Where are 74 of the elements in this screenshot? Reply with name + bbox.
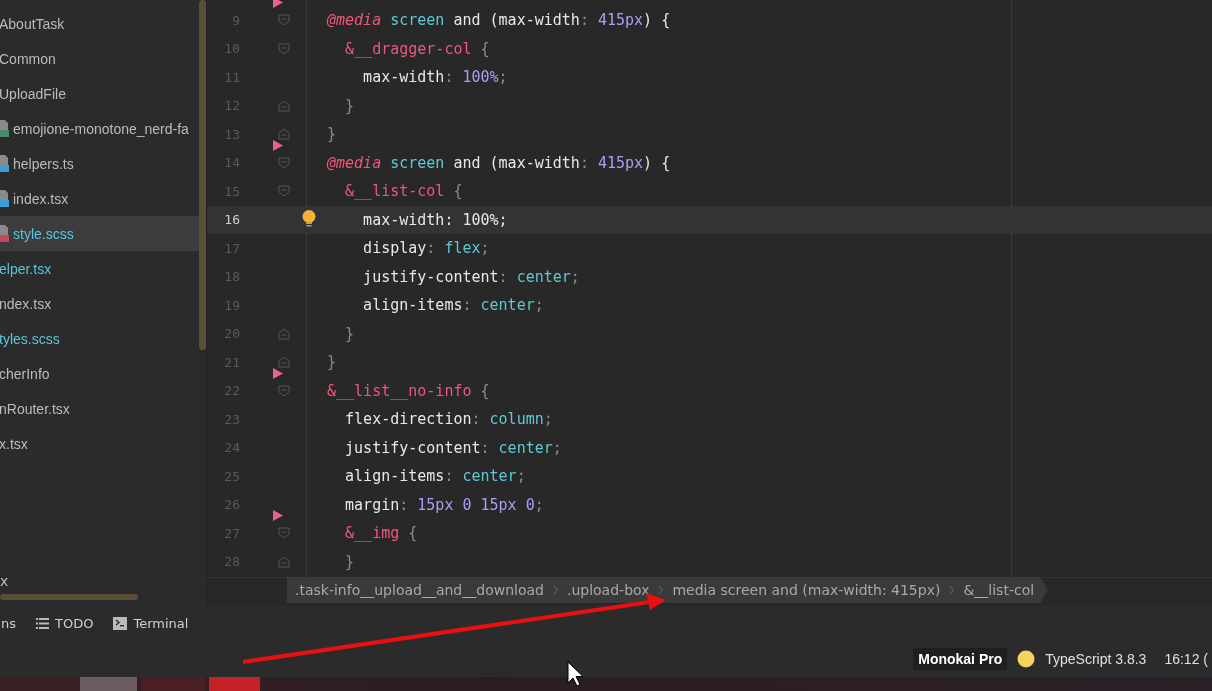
code-line: align-items: center;	[362, 296, 544, 315]
code-line: display: flex;	[362, 239, 490, 258]
tool-tab[interactable]: TODO	[26, 611, 104, 635]
lightbulb-icon[interactable]	[302, 210, 316, 230]
fold-icon[interactable]	[278, 156, 290, 169]
code-line: }	[327, 125, 337, 144]
tree-item[interactable]: elper.tsx	[0, 251, 200, 286]
code-line: &__list__no-info {	[327, 381, 490, 400]
file-icon	[0, 189, 10, 208]
fold-icon[interactable]	[278, 14, 290, 27]
code-line: @media screen and (max-width: 415px) {	[327, 153, 671, 172]
code-line: flex-direction: column;	[344, 410, 553, 429]
breadcrumb[interactable]: &__list-col	[963, 582, 1035, 599]
fold-icon[interactable]	[278, 327, 290, 340]
line-number: 16	[223, 212, 240, 228]
tree-item[interactable]: tyles.scss	[0, 321, 200, 356]
file-icon	[0, 154, 10, 173]
taskbar-button[interactable]	[80, 677, 137, 691]
tree-item[interactable]: x	[0, 573, 9, 589]
breadcrumb[interactable]: media screen and (max-width: 415px)	[672, 582, 941, 599]
code-line: justify-content: center;	[344, 438, 562, 457]
fold-icon[interactable]	[278, 185, 290, 198]
code-line: margin: 15px 0 15px 0;	[344, 495, 544, 514]
code-line: &__img {	[344, 524, 418, 543]
tree-item[interactable]: cherInfo	[0, 356, 200, 391]
scrollbar[interactable]	[0, 594, 138, 600]
fold-icon[interactable]	[278, 42, 290, 55]
code-line: &__list-col {	[344, 182, 463, 201]
code-line: &__dragger-col {	[344, 39, 490, 58]
breadcrumb[interactable]: .upload-box	[566, 582, 650, 599]
list-icon	[36, 617, 49, 629]
scrollbar[interactable]	[199, 0, 206, 350]
breadcrumb[interactable]: .task-info__upload__and__download	[295, 582, 544, 599]
code-line: max-width: 100%;	[362, 68, 508, 87]
fold-icon[interactable]	[278, 384, 290, 397]
code-line: max-width: 100%;	[362, 210, 508, 229]
breakpoint-icon[interactable]	[273, 510, 283, 521]
tree-item[interactable]: Common	[0, 41, 200, 76]
fold-icon[interactable]	[278, 99, 290, 112]
chevron-icon	[658, 585, 664, 596]
code-line: justify-content: center;	[362, 267, 580, 286]
tree-item[interactable]: helpers.ts	[0, 146, 200, 181]
tree-item[interactable]: nRouter.tsx	[0, 391, 200, 426]
chevron-icon	[949, 585, 955, 596]
tool-tab[interactable]: ns	[0, 611, 26, 635]
tool-tab[interactable]: Terminal	[103, 611, 199, 635]
taskbar-button[interactable]	[141, 677, 205, 691]
tree-item[interactable]: ndex.tsx	[0, 286, 200, 321]
taskbar-button[interactable]	[209, 677, 260, 691]
fold-icon[interactable]	[278, 555, 290, 568]
breakpoint-icon[interactable]	[273, 367, 283, 379]
code-line: align-items: center;	[344, 467, 526, 486]
code-line: }	[344, 96, 355, 115]
status-dot-icon	[1017, 649, 1036, 668]
tree-item[interactable]: index.tsx	[0, 181, 200, 216]
mouse-cursor-icon	[567, 661, 584, 687]
breakpoint-icon[interactable]	[273, 0, 283, 8]
terminal-icon	[113, 616, 128, 630]
tree-item[interactable]: emojione-monotone_nerd-fa	[0, 111, 200, 146]
cursor-position[interactable]: 16:12 (	[1164, 650, 1208, 667]
code-line: }	[344, 552, 355, 571]
code-line: }	[327, 353, 337, 372]
chevron-icon	[552, 585, 558, 596]
breakpoint-icon[interactable]	[273, 139, 283, 151]
file-icon	[0, 224, 10, 243]
tree-item[interactable]: x.tsx	[0, 426, 200, 461]
fold-icon[interactable]	[278, 527, 290, 540]
file-icon	[0, 119, 10, 138]
language-label[interactable]: TypeScript 3.8.3	[1045, 650, 1147, 667]
tree-item[interactable]: style.scss	[0, 216, 200, 251]
theme-label[interactable]: Monokai Pro	[913, 647, 1008, 670]
code-line: }	[344, 324, 355, 343]
tree-item[interactable]: UploadFile	[0, 76, 200, 111]
code-line: @media screen and (max-width: 415px) {	[327, 11, 671, 30]
